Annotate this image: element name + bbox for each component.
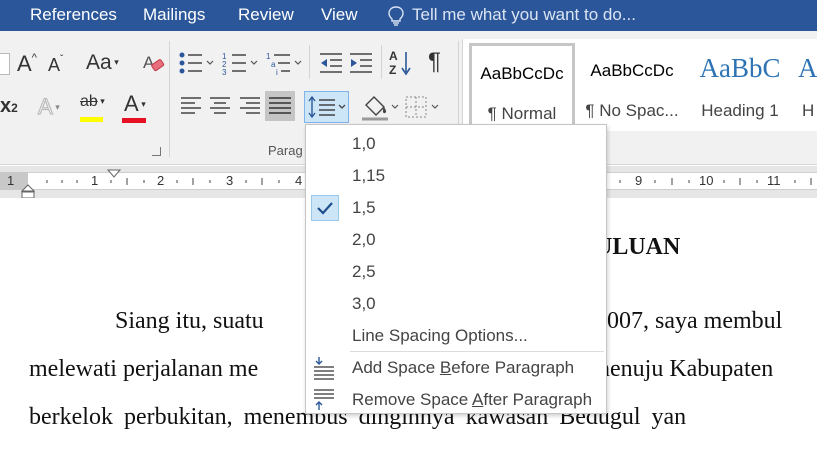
- multilevel-list-button[interactable]: 1 a i: [266, 51, 304, 80]
- align-left-icon: [181, 97, 201, 114]
- line-spacing-options-link[interactable]: Line Spacing Options...: [306, 320, 606, 352]
- style-heading-1[interactable]: AaBbC Heading 1: [689, 43, 791, 127]
- font-dialog-launcher[interactable]: [152, 147, 161, 156]
- pilcrow-icon: ¶: [428, 48, 441, 75]
- ribbon-tab-bar: References Mailings Review View Tell me …: [0, 0, 817, 31]
- svg-text:i: i: [276, 68, 278, 75]
- bullet-list-icon: [179, 52, 214, 74]
- line-spacing-option-2-0[interactable]: 2,0: [306, 224, 606, 256]
- subscript-button[interactable]: x2: [0, 95, 18, 118]
- line-spacing-option-3-0[interactable]: 3,0: [306, 288, 606, 320]
- numbering-button[interactable]: 1 2 3: [222, 51, 260, 80]
- increase-indent-icon: [350, 53, 372, 73]
- add-space-before-icon: [314, 357, 334, 380]
- align-center-button[interactable]: [208, 95, 232, 122]
- multilevel-list-icon: 1 a i: [266, 52, 302, 77]
- eraser-icon: A: [143, 53, 165, 72]
- line-spacing-option-1-15[interactable]: 1,15: [306, 160, 606, 192]
- tab-view[interactable]: View: [321, 5, 358, 25]
- style-normal[interactable]: AaBbCcDc ¶ Normal: [469, 43, 575, 127]
- line-spacing-option-1-5[interactable]: 1,5: [306, 192, 606, 224]
- lightbulb-icon: [388, 6, 404, 26]
- ruler-number: 1: [7, 173, 15, 188]
- align-right-icon: [240, 97, 260, 114]
- paint-bucket-icon: [362, 96, 399, 121]
- decrease-indent-button[interactable]: [318, 51, 344, 80]
- shrink-font-button[interactable]: Aˇ: [48, 54, 63, 76]
- add-space-before-paragraph[interactable]: Add Space Before Paragraph: [306, 352, 606, 384]
- separator: [381, 45, 382, 79]
- paragraph-group-label: Parag: [268, 143, 303, 158]
- document-text-line: melewati perjalanan me: [29, 356, 259, 382]
- align-center-icon: [210, 97, 230, 114]
- ruler-number: 4: [295, 173, 303, 188]
- text-effects-button[interactable]: A ▾: [37, 93, 59, 120]
- highlight-button[interactable]: ab ▾: [80, 93, 105, 122]
- increase-indent-button[interactable]: [348, 51, 374, 80]
- remove-space-after-paragraph[interactable]: Remove Space After Paragraph: [306, 384, 606, 416]
- style-no-spacing[interactable]: AaBbCcDc ¶ No Spac...: [579, 43, 685, 127]
- ruler-number: 2: [157, 173, 165, 188]
- borders-button[interactable]: [404, 95, 444, 124]
- font-size-box[interactable]: [0, 53, 10, 75]
- justify-icon: [269, 97, 291, 114]
- tab-review[interactable]: Review: [238, 5, 294, 25]
- align-left-button[interactable]: [179, 95, 203, 122]
- checkmark-icon: [311, 195, 339, 221]
- ruler-number: 10: [699, 173, 714, 188]
- document-heading: ULUAN: [595, 234, 681, 260]
- highlight-color-bar: [80, 117, 103, 122]
- font-color-button[interactable]: A ▾: [122, 91, 146, 123]
- tab-references[interactable]: References: [30, 5, 117, 25]
- ruler-number: 3: [226, 173, 234, 188]
- clear-formatting-button[interactable]: A: [141, 51, 165, 80]
- show-formatting-button[interactable]: ¶: [428, 48, 441, 76]
- ruler-number: 9: [635, 173, 643, 188]
- font-color-bar: [122, 118, 146, 123]
- line-spacing-icon: [308, 95, 346, 119]
- line-spacing-option-1-0[interactable]: 1,0: [306, 128, 606, 160]
- svg-text:A: A: [389, 49, 398, 63]
- decrease-indent-icon: [320, 53, 342, 73]
- borders-icon: [405, 96, 439, 118]
- document-text-line: nenuju Kabupaten: [598, 356, 774, 382]
- svg-text:Z: Z: [389, 63, 396, 77]
- tab-mailings[interactable]: Mailings: [143, 5, 205, 25]
- ruler-number: 11: [767, 173, 781, 188]
- style-heading-2[interactable]: Aa H: [795, 43, 817, 127]
- justify-button[interactable]: [265, 91, 295, 121]
- change-case-button[interactable]: Aa ▾: [86, 51, 119, 75]
- document-text-line: Siang itu, suatu: [115, 308, 264, 334]
- ruler-number: 1: [91, 173, 99, 188]
- line-spacing-button[interactable]: [304, 91, 349, 123]
- sort-button[interactable]: A Z: [389, 48, 415, 83]
- tell-me-placeholder: Tell me what you want to do...: [412, 5, 636, 24]
- align-right-button[interactable]: [238, 95, 262, 122]
- line-spacing-menu: 1,0 1,15 1,5 2,0 2,5 3,0 Line Spacing Op…: [305, 124, 607, 414]
- sort-icon: A Z: [389, 49, 411, 77]
- shading-button[interactable]: [360, 93, 400, 126]
- grow-font-button[interactable]: A^: [17, 51, 37, 77]
- separator: [309, 45, 310, 79]
- numbered-list-icon: 1 2 3: [222, 52, 258, 77]
- group-separator: [169, 41, 170, 157]
- line-spacing-option-2-5[interactable]: 2,5: [306, 256, 606, 288]
- document-text-line: 007, saya membul: [607, 308, 783, 334]
- bullets-button[interactable]: [178, 51, 216, 80]
- svg-text:3: 3: [222, 68, 227, 75]
- remove-space-after-icon: [314, 389, 334, 410]
- styles-gallery: AaBbCcDc ¶ Normal AaBbCcDc ¶ No Spac... …: [462, 39, 817, 131]
